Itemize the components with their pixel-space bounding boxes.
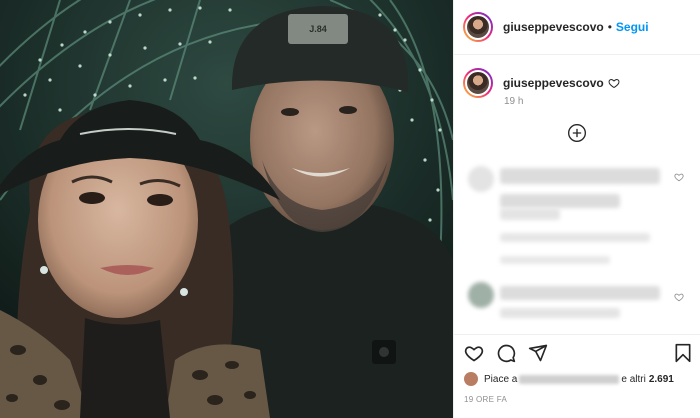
post-actions-bar: Piace a e altri 2.691 19 ORE FA xyxy=(454,334,700,418)
likes-row: Piace a e altri 2.691 xyxy=(464,372,674,386)
photo-illustration: J.84 xyxy=(0,0,453,418)
post-date: 19 ORE FA xyxy=(464,395,508,404)
comment-text-blurred xyxy=(500,208,560,220)
author-avatar[interactable] xyxy=(463,12,493,42)
comment-text-blurred xyxy=(500,308,620,318)
caption-row: giuseppevescovo xyxy=(463,68,620,98)
post-side-panel: giuseppevescovo • Segui giuseppevescovo … xyxy=(453,0,700,418)
comment-heart-icon[interactable] xyxy=(674,172,684,182)
share-icon[interactable] xyxy=(528,343,548,363)
post-photo[interactable]: J.84 xyxy=(0,0,453,418)
action-icons xyxy=(464,343,548,363)
likes-count[interactable]: 2.691 xyxy=(649,374,674,385)
comment-meta-blurred xyxy=(500,256,610,264)
post-header: giuseppevescovo • Segui xyxy=(454,0,700,55)
comment-text-blurred xyxy=(500,168,660,184)
plus-circle-icon[interactable] xyxy=(567,123,587,143)
save-icon[interactable] xyxy=(673,343,693,363)
comment-meta-blurred xyxy=(500,233,650,242)
caption-avatar[interactable] xyxy=(463,68,493,98)
follow-button[interactable]: Segui xyxy=(616,20,649,34)
liker-name-blurred[interactable] xyxy=(519,374,620,384)
comment-avatar-blurred xyxy=(468,166,494,192)
caption-username[interactable]: giuseppevescovo xyxy=(503,76,604,90)
author-username[interactable]: giuseppevescovo xyxy=(503,20,604,34)
caption-time: 19 h xyxy=(504,96,524,107)
comment-text-blurred xyxy=(500,194,620,208)
comment-avatar-blurred xyxy=(468,282,494,308)
likes-prefix: Piace a xyxy=(484,373,518,385)
comment-text-blurred xyxy=(500,286,660,300)
comment-heart-icon[interactable] xyxy=(674,292,684,302)
heart-icon[interactable] xyxy=(464,343,484,363)
comment-icon[interactable] xyxy=(496,343,516,363)
separator-dot: • xyxy=(607,20,612,34)
liker-avatar[interactable] xyxy=(464,372,478,386)
caption-heart-icon[interactable] xyxy=(608,77,620,89)
likes-conjunction: e altri xyxy=(621,373,646,385)
